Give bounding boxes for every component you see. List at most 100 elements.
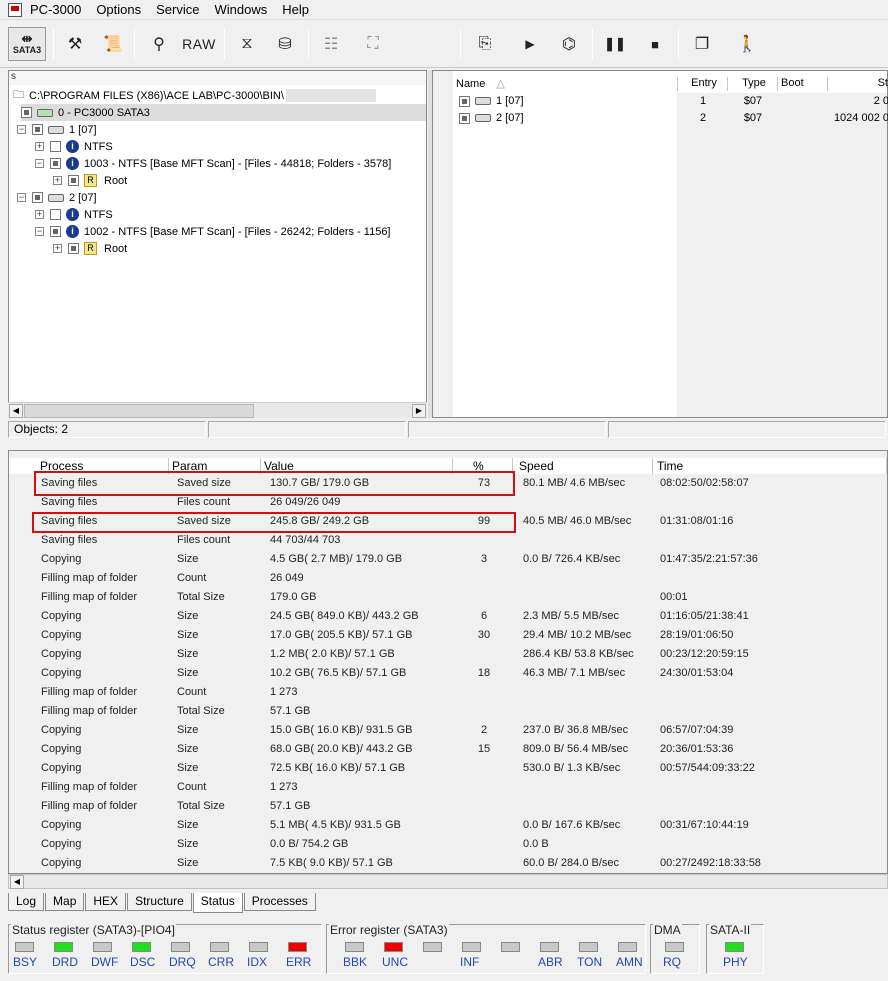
status-row[interactable]: Copying Size 10.2 GB( 76.5 KB)/ 57.1 GB 18 4…: [9, 664, 887, 683]
collapse-icon[interactable]: −: [17, 193, 26, 202]
disk-button[interactable]: ⛁: [268, 27, 302, 61]
tree-item[interactable]: + i NTFS: [35, 138, 113, 155]
tab-log[interactable]: Log: [8, 893, 45, 911]
status-row[interactable]: Copying Size 17.0 GB( 205.5 KB)/ 57.1 GB 30…: [9, 626, 887, 645]
exit-button[interactable]: 🚶: [730, 27, 764, 61]
status-horizontal-scrollbar[interactable]: ◀: [8, 874, 888, 889]
scroll-right-icon[interactable]: ▶: [412, 404, 426, 418]
item-checkbox[interactable]: [50, 141, 61, 152]
split-button[interactable]: ⧖: [230, 27, 264, 61]
menu-windows[interactable]: Windows: [214, 2, 276, 17]
tab-processes[interactable]: Processes: [243, 893, 316, 911]
partition-tree[interactable]: s 🗀 C:\PROGRAM FILES (X86)\ACE LAB\PC-30…: [8, 70, 427, 418]
play-button[interactable]: ▶: [513, 27, 547, 61]
tree-item[interactable]: − 1 [07]: [17, 121, 97, 138]
scroll-left-icon[interactable]: ◀: [9, 404, 23, 418]
tree-item[interactable]: + R Root: [53, 240, 127, 257]
cell-param: Size: [177, 648, 199, 660]
register-label: BSY: [13, 955, 38, 969]
scroll-left-icon[interactable]: ◀: [10, 875, 24, 889]
status-row[interactable]: Filling map of folder Count 26 049: [9, 569, 887, 588]
app-title[interactable]: PC-3000: [30, 2, 90, 17]
pause-button[interactable]: ❚❚: [598, 27, 632, 61]
status-row[interactable]: Copying Size 24.5 GB( 849.0 KB)/ 443.2 GB 6…: [9, 607, 887, 626]
col-entry[interactable]: Entry: [678, 77, 728, 91]
network-button[interactable]: ⛶: [356, 27, 390, 61]
status-row[interactable]: Filling map of folder Total Size 179.0 GB 0…: [9, 588, 887, 607]
menu-service[interactable]: Service: [156, 2, 208, 17]
tree-item[interactable]: − i 1003 - NTFS [Base MFT Scan] - [Files…: [35, 155, 391, 172]
tree-root-row[interactable]: 0 - PC3000 SATA3: [21, 104, 426, 121]
scroll-button[interactable]: 📜: [96, 27, 130, 61]
row-checkbox[interactable]: [459, 95, 470, 107]
expand-icon[interactable]: +: [53, 176, 62, 185]
status-row[interactable]: Filling map of folder Count 1 273: [9, 778, 887, 797]
collapse-icon[interactable]: −: [35, 159, 44, 168]
tree-path-row[interactable]: 🗀 C:\PROGRAM FILES (X86)\ACE LAB\PC-3000…: [13, 87, 376, 104]
col-type[interactable]: Type: [728, 77, 778, 91]
tree-item[interactable]: + R Root: [53, 172, 127, 189]
expand-icon[interactable]: +: [53, 244, 62, 253]
cell-value: 15.0 GB( 16.0 KB)/ 931.5 GB: [270, 724, 413, 736]
menu-options[interactable]: Options: [96, 2, 150, 17]
status-row[interactable]: Filling map of folder Total Size 57.1 GB: [9, 797, 887, 816]
tree-item[interactable]: − i 1002 - NTFS [Base MFT Scan] - [Files…: [35, 223, 391, 240]
process-status-table[interactable]: Process Param Value % Speed Time Saving …: [8, 450, 888, 874]
item-checkbox[interactable]: [32, 192, 43, 203]
col-boot[interactable]: Boot: [778, 77, 828, 91]
status-row[interactable]: Copying Size 68.0 GB( 20.0 KB)/ 443.2 GB 15…: [9, 740, 887, 759]
status-row[interactable]: Filling map of folder Total Size 57.1 GB: [9, 702, 887, 721]
status-row[interactable]: Copying Size 7.5 KB( 9.0 KB)/ 57.1 GB 60.0 …: [9, 854, 887, 873]
stop-button[interactable]: ■: [638, 27, 672, 61]
tab-hex[interactable]: HEX: [85, 893, 127, 911]
highlight-box: [32, 512, 516, 533]
expand-icon[interactable]: +: [35, 142, 44, 151]
root-checkbox[interactable]: [21, 107, 32, 118]
sata-connector-icon: ⇹: [21, 31, 33, 46]
item-checkbox[interactable]: [50, 158, 61, 169]
raw-button[interactable]: RAW: [180, 27, 218, 61]
expand-icon[interactable]: +: [35, 210, 44, 219]
tree-horizontal-scrollbar[interactable]: ◀ ▶: [8, 402, 427, 418]
tab-structure[interactable]: Structure: [127, 893, 192, 911]
item-checkbox[interactable]: [68, 175, 79, 186]
structure-button[interactable]: ⌬: [552, 27, 586, 61]
disk-icon: [48, 193, 64, 202]
col-name[interactable]: Name △: [453, 77, 678, 91]
collapse-icon[interactable]: −: [35, 227, 44, 236]
collapse-icon[interactable]: −: [17, 125, 26, 134]
item-checkbox[interactable]: [32, 124, 43, 135]
binoculars-button[interactable]: ⚲: [142, 27, 176, 61]
status-row[interactable]: Copying Size 0.0 B/ 754.2 GB 0.0 B: [9, 835, 887, 854]
status-row[interactable]: Copying Size 5.1 MB( 4.5 KB)/ 931.5 GB 0.0 …: [9, 816, 887, 835]
tools-button[interactable]: ⚒: [58, 27, 92, 61]
col-start[interactable]: St: [828, 77, 888, 91]
status-row[interactable]: Filling map of folder Count 1 273: [9, 683, 887, 702]
col-speed[interactable]: Speed: [513, 458, 653, 475]
partition-grid[interactable]: Name △ Entry Type Boot St 1 [07] 1 $07 2…: [432, 70, 888, 418]
tree-item[interactable]: − 2 [07]: [17, 189, 97, 206]
register-led-inf: [462, 942, 481, 952]
tree-icon: ☷: [323, 36, 339, 53]
row-checkbox[interactable]: [459, 112, 470, 124]
scroll-thumb[interactable]: [24, 404, 254, 418]
status-row[interactable]: Copying Size 72.5 KB( 16.0 KB)/ 57.1 GB 530…: [9, 759, 887, 778]
tree-button[interactable]: ☷: [314, 27, 348, 61]
col-time[interactable]: Time: [653, 458, 887, 475]
status-row[interactable]: Copying Size 1.2 MB( 2.0 KB)/ 57.1 GB 286.4…: [9, 645, 887, 664]
item-checkbox[interactable]: [50, 209, 61, 220]
menu-help[interactable]: Help: [282, 2, 318, 17]
sata3-button[interactable]: ⇹ SATA3: [8, 27, 46, 61]
export-button[interactable]: ⎘: [468, 27, 502, 61]
status-row[interactable]: Saving files Files count 44 703/44 703: [9, 531, 887, 550]
tab-map[interactable]: Map: [45, 893, 85, 911]
status-row[interactable]: Copying Size 4.5 GB( 2.7 MB)/ 179.0 GB 3 0.0…: [9, 550, 887, 569]
tree-item[interactable]: + i NTFS: [35, 206, 113, 223]
grid-row[interactable]: 2 [07] 2 $07 1024 002 0: [453, 110, 888, 126]
item-checkbox[interactable]: [68, 243, 79, 254]
status-row[interactable]: Copying Size 15.0 GB( 16.0 KB)/ 931.5 GB 2 2…: [9, 721, 887, 740]
tab-status[interactable]: Status: [192, 893, 243, 913]
grid-row[interactable]: 1 [07] 1 $07 2 0: [453, 93, 888, 109]
item-checkbox[interactable]: [50, 226, 61, 237]
windows-button[interactable]: ❐: [685, 27, 719, 61]
